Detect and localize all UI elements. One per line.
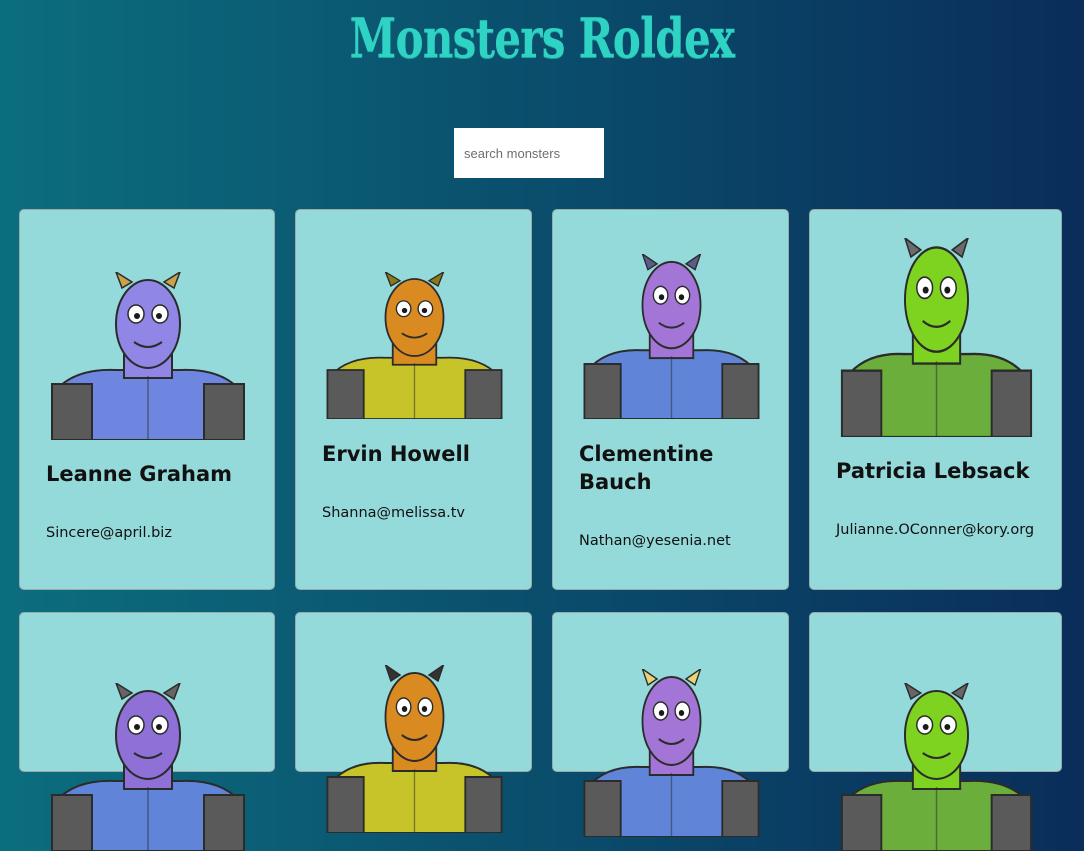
monster-email: Shanna@melissa.tv [322,505,466,521]
monster-email: Julianne.OConner@kory.org [836,522,1035,538]
robot-monster-avatar [840,238,1033,437]
monster-card[interactable] [19,612,275,851]
monster-name: Leanne Graham [46,462,233,486]
monster-card[interactable] [552,612,789,837]
monster-card[interactable]: Clementine Bauch Nathan@yesenia.net [552,209,789,590]
monster-name: Patricia Lebsack [836,459,1030,483]
monster-card[interactable]: Patricia Lebsack Julianne.OConner@kory.o… [809,209,1062,590]
monster-card[interactable]: Leanne Graham Sincere@april.biz [19,209,275,590]
search-input[interactable] [454,128,604,178]
monster-avatar [326,665,503,833]
cyclops-monster-avatar [583,254,760,419]
monster-avatar [50,683,246,851]
masked-monster-avatar [326,272,503,419]
monster-name: Ervin Howell [322,442,470,466]
monster-avatar [840,683,1033,851]
monster-card[interactable] [295,612,532,833]
monster-email: Sincere@april.biz [46,525,172,541]
monster-card[interactable]: Ervin Howell Shanna@melissa.tv [295,209,532,590]
app-title: Monsters Roldex [349,6,735,70]
monster-avatar [583,669,760,837]
horned-monster-avatar [50,272,246,440]
monster-name: Clementine Bauch [579,442,714,494]
monster-card[interactable] [809,612,1062,851]
monster-email: Nathan@yesenia.net [579,533,731,549]
